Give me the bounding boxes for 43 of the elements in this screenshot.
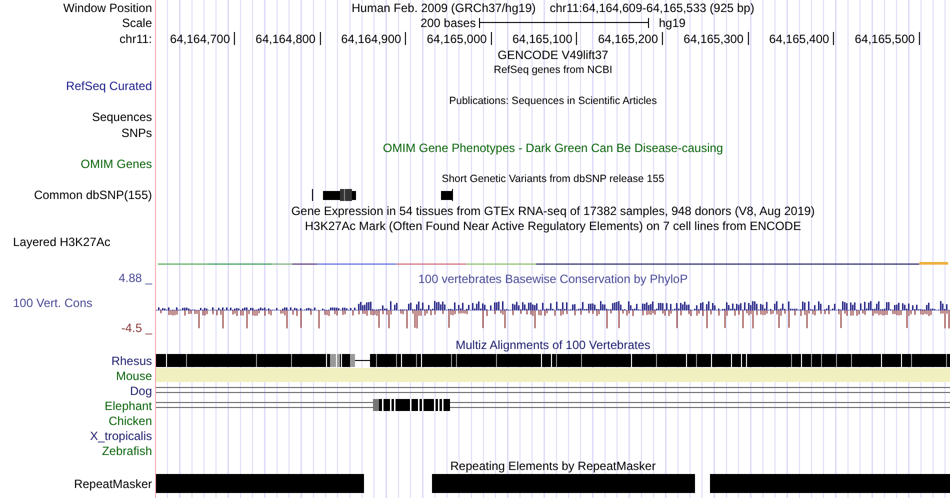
coordinate-label: 64,164,800 [256, 32, 321, 46]
track-label: OMIM Genes [80, 158, 152, 170]
track-label: SNPs [121, 126, 152, 139]
coordinate-label: 64,165,300 [684, 32, 749, 46]
coordinate-label: 64,164,700 [170, 32, 235, 46]
species-label: Elephant [104, 400, 152, 412]
track-title: Multiz Alignments of 100 Vertebrates [456, 339, 650, 352]
species-label: Rhesus [111, 354, 152, 367]
track-title: Repeating Elements by RepeatMasker [450, 460, 656, 472]
row-label: Scale [122, 17, 152, 30]
coordinate-label: 64,165,100 [512, 32, 578, 46]
species-label: X_tropicalis [90, 430, 152, 442]
coordinate-label: 64,165,000 [426, 32, 492, 46]
track-label: RefSeq Curated [66, 80, 152, 92]
coordinate-label: 64,165,200 [598, 32, 663, 46]
track-title: OMIM Gene Phenotypes - Dark Green Can Be Disease-causing [382, 142, 724, 154]
track-label: Common dbSNP(155) [34, 188, 152, 201]
position-text: chr11:64,164,609-64,165,533 (925 bp) [550, 2, 754, 14]
track-title: 100 vertebrates Basewise Conservation by PhyloP [418, 272, 688, 284]
row-label: Window Position [63, 2, 152, 14]
track-label: Sequences [92, 110, 152, 123]
coordinate-label: 64,164,900 [341, 32, 406, 46]
track-label: RepeatMasker [74, 478, 152, 490]
scale-text: 200 bases [420, 17, 476, 30]
axis-min-label: -4.5 _ [121, 322, 152, 334]
track-title: Gene Expression in 54 tissues from GTEx RNA-seq of 17382 samples, 948 donors (V8, Aug 2019) [291, 204, 815, 217]
species-label: Dog [130, 384, 152, 397]
coordinate-label: 64,165,400 [769, 32, 834, 46]
track-title: Short Genetic Variants from dbSNP release 155 [442, 174, 664, 185]
species-label: Zebrafish [102, 444, 152, 457]
track-title: GENCODE V49lift37 [498, 48, 608, 61]
track-label: 100 Vert. Cons [12, 296, 94, 308]
coordinate-label: 64,165,500 [854, 32, 920, 46]
assembly-title: Human Feb. 2009 (GRCh37/hg19) [352, 2, 536, 14]
track-title: Publications: Sequences in Scientific Articles [449, 96, 657, 107]
track-label: Layered H3K27Ac [13, 236, 110, 248]
row-label: chr11: [120, 32, 152, 45]
species-label: Chicken [108, 414, 152, 427]
track-title: H3K27Ac Mark (Often Found Near Active Regulatory Elements) on 7 cell lines from ENCODE [304, 220, 802, 232]
track-title: RefSeq genes from NCBI [494, 64, 612, 76]
database-text: hg19 [658, 17, 686, 30]
axis-max-label: 4.88 _ [118, 272, 152, 284]
species-label: Mouse [116, 370, 152, 382]
